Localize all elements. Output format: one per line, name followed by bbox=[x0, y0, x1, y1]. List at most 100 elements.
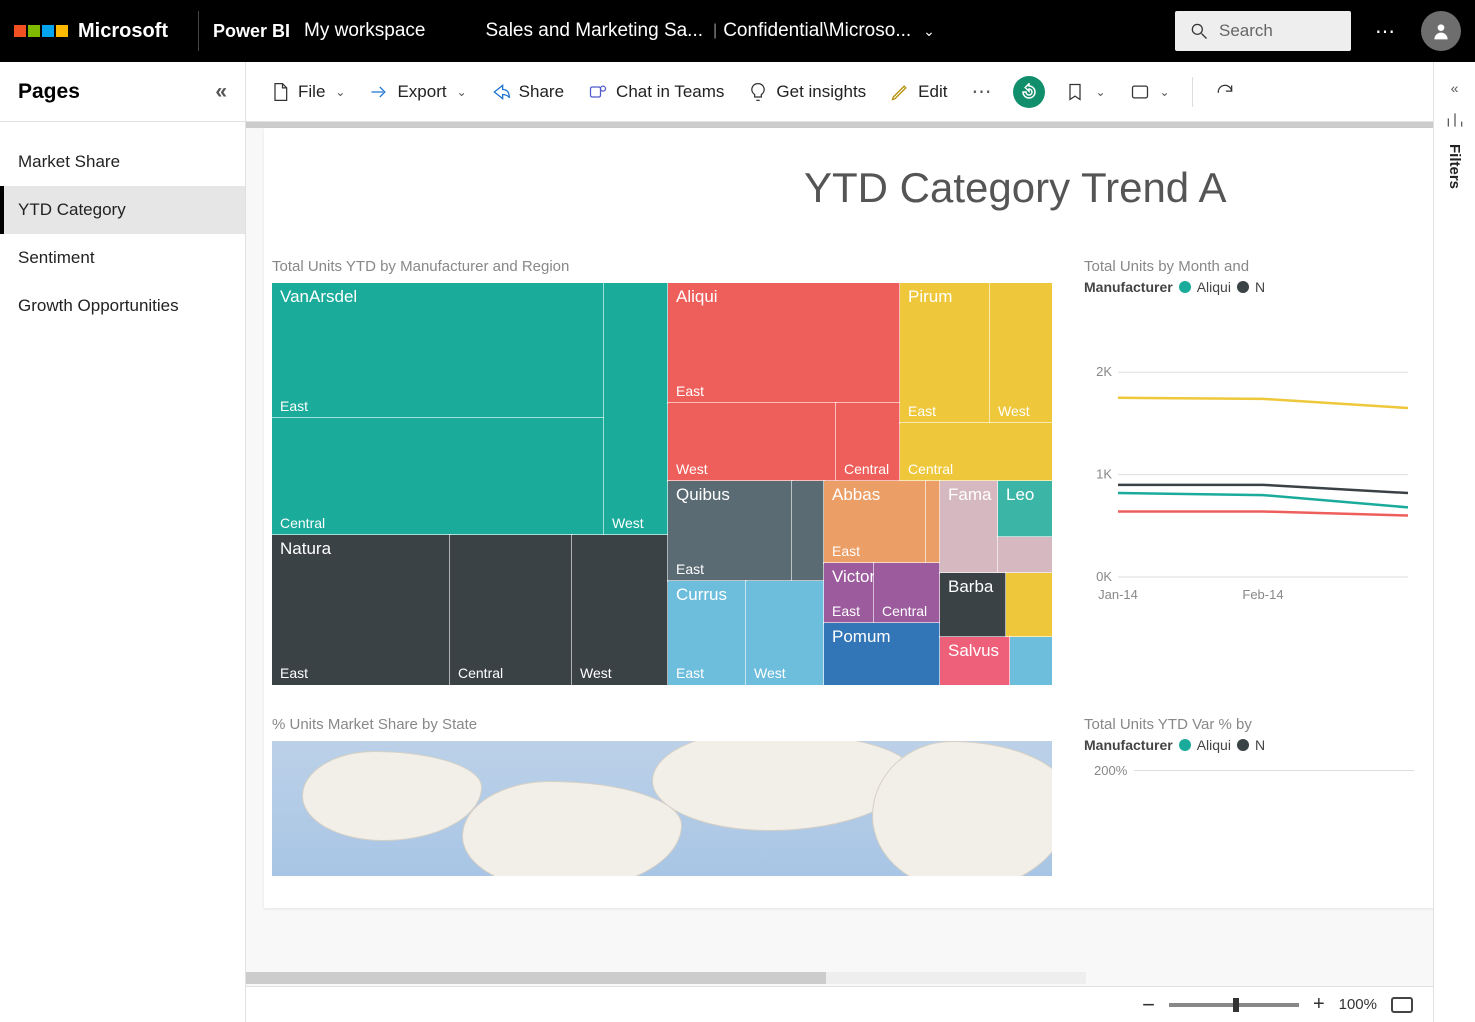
status-bar: − + 100% bbox=[246, 986, 1433, 1022]
treemap-cell[interactable] bbox=[1010, 637, 1052, 685]
zoom-out-button[interactable]: − bbox=[1142, 992, 1155, 1018]
microsoft-logo-icon bbox=[14, 25, 68, 37]
report-name[interactable]: Sales and Marketing Sa... bbox=[485, 20, 703, 42]
user-avatar[interactable] bbox=[1421, 11, 1461, 51]
person-icon bbox=[1431, 21, 1451, 41]
treemap-cell[interactable]: West bbox=[746, 581, 824, 685]
zoom-slider[interactable] bbox=[1169, 1003, 1299, 1007]
zoom-in-button[interactable]: + bbox=[1313, 993, 1325, 1016]
expand-filters-icon[interactable]: « bbox=[1451, 80, 1459, 96]
brand-label: Microsoft bbox=[78, 20, 168, 43]
treemap-cell[interactable]: NaturaEast bbox=[272, 535, 450, 685]
report-canvas-wrap: YTD Category Trend A Total Units YTD by … bbox=[246, 122, 1433, 986]
treemap-cell[interactable] bbox=[998, 537, 1052, 573]
treemap-cell[interactable] bbox=[1006, 573, 1052, 637]
search-icon bbox=[1189, 21, 1209, 41]
treemap-cell[interactable] bbox=[926, 481, 940, 563]
share-icon bbox=[491, 82, 511, 102]
linechart-legend: Manufacturer Aliqui N bbox=[1084, 279, 1433, 295]
barchart-title: Total Units YTD Var % by bbox=[1084, 716, 1433, 733]
bookmark-icon bbox=[1065, 82, 1085, 102]
treemap-cell[interactable]: Salvus bbox=[940, 637, 1010, 685]
treemap-cell[interactable]: West bbox=[572, 535, 668, 685]
svg-text:1K: 1K bbox=[1096, 467, 1112, 482]
treemap-cell[interactable]: AbbasEast bbox=[824, 481, 926, 563]
sensitivity-label[interactable]: Confidential\Microso... bbox=[723, 20, 911, 42]
horizontal-scrollbar[interactable] bbox=[246, 972, 1086, 984]
page-item-growth-opportunities[interactable]: Growth Opportunities bbox=[0, 282, 245, 330]
report-canvas[interactable]: YTD Category Trend A Total Units YTD by … bbox=[264, 128, 1433, 908]
search-placeholder: Search bbox=[1219, 21, 1273, 41]
reset-button[interactable] bbox=[1013, 76, 1045, 108]
export-icon bbox=[369, 82, 389, 102]
svg-text:Jan-14: Jan-14 bbox=[1098, 587, 1138, 602]
page-item-ytd-category[interactable]: YTD Category bbox=[0, 186, 245, 234]
treemap-cell[interactable]: VictoriaEast bbox=[824, 563, 874, 623]
treemap-cell[interactable]: Central bbox=[272, 418, 604, 535]
svg-text:Feb-14: Feb-14 bbox=[1242, 587, 1283, 602]
chevron-down-icon[interactable]: ⌄ bbox=[923, 23, 935, 40]
teams-icon bbox=[588, 82, 608, 102]
search-input[interactable]: Search bbox=[1175, 11, 1351, 51]
treemap-cell[interactable]: VanArsdelEast bbox=[272, 283, 604, 418]
treemap-cell[interactable]: West bbox=[604, 283, 668, 535]
chevron-down-icon: ⌄ bbox=[335, 85, 345, 99]
treemap-cell[interactable]: CurrusEast bbox=[668, 581, 746, 685]
chevron-down-icon: ⌄ bbox=[457, 85, 467, 99]
zoom-label: 100% bbox=[1339, 996, 1377, 1013]
page-item-market-share[interactable]: Market Share bbox=[0, 138, 245, 186]
treemap-cell[interactable]: Barba bbox=[940, 573, 1006, 637]
treemap-cell[interactable]: Leo bbox=[998, 481, 1052, 537]
filters-label[interactable]: Filters bbox=[1446, 144, 1463, 189]
chevron-down-icon: ⌄ bbox=[1095, 85, 1105, 99]
fit-to-page-icon[interactable] bbox=[1391, 997, 1413, 1013]
treemap-cell[interactable]: Central bbox=[450, 535, 572, 685]
treemap-cell[interactable]: Central bbox=[900, 423, 1052, 481]
refresh-button[interactable] bbox=[1205, 76, 1245, 108]
file-menu[interactable]: File ⌄ bbox=[260, 76, 355, 108]
treemap-cell[interactable] bbox=[792, 481, 824, 581]
treemap-cell[interactable]: West bbox=[668, 403, 836, 481]
export-menu[interactable]: Export ⌄ bbox=[359, 76, 476, 108]
filters-icon[interactable] bbox=[1445, 110, 1465, 130]
lightbulb-icon bbox=[748, 82, 768, 102]
workspace-breadcrumb[interactable]: My workspace bbox=[304, 20, 425, 42]
pages-header-label: Pages bbox=[18, 80, 80, 104]
more-options-icon[interactable]: ⋯ bbox=[1375, 19, 1397, 44]
reset-icon bbox=[1020, 83, 1038, 101]
linechart-title: Total Units by Month and bbox=[1084, 258, 1433, 275]
report-toolbar: File ⌄ Export ⌄ Share Chat in Teams Get … bbox=[246, 62, 1433, 122]
edit-button[interactable]: Edit bbox=[880, 76, 957, 108]
treemap-cell[interactable]: Central bbox=[874, 563, 940, 623]
treemap-title: Total Units YTD by Manufacturer and Regi… bbox=[272, 258, 1052, 275]
treemap-cell[interactable]: PirumEast bbox=[900, 283, 990, 423]
collapse-pages-icon[interactable]: « bbox=[215, 80, 227, 104]
share-button[interactable]: Share bbox=[481, 76, 574, 108]
pages-panel: Pages « Market Share YTD Category Sentim… bbox=[0, 62, 246, 1022]
chevron-down-icon: ⌄ bbox=[1160, 85, 1170, 99]
more-toolbar-icon[interactable]: ⋯ bbox=[961, 73, 1003, 110]
svg-text:2K: 2K bbox=[1096, 364, 1112, 379]
treemap-cell[interactable]: Pomum bbox=[824, 623, 940, 685]
view-icon bbox=[1130, 82, 1150, 102]
treemap-cell[interactable]: QuibusEast bbox=[668, 481, 792, 581]
page-item-sentiment[interactable]: Sentiment bbox=[0, 234, 245, 282]
view-menu[interactable]: ⌄ bbox=[1120, 76, 1180, 108]
bookmark-menu[interactable]: ⌄ bbox=[1055, 76, 1115, 108]
svg-text:0K: 0K bbox=[1096, 569, 1112, 584]
treemap-cell[interactable]: Central bbox=[836, 403, 900, 481]
get-insights-button[interactable]: Get insights bbox=[738, 76, 876, 108]
map-title: % Units Market Share by State bbox=[272, 716, 1052, 733]
chat-teams-button[interactable]: Chat in Teams bbox=[578, 76, 734, 108]
filters-rail: « Filters bbox=[1433, 62, 1475, 1022]
map-visual[interactable] bbox=[272, 741, 1052, 876]
product-label[interactable]: Power BI bbox=[213, 21, 290, 42]
barchart-legend: Manufacturer Aliqui N bbox=[1084, 737, 1433, 753]
treemap-cell[interactable]: West bbox=[990, 283, 1052, 423]
treemap-cell[interactable]: Fama bbox=[940, 481, 998, 573]
linechart-visual[interactable]: 0K 1K 2K Jan-14 Feb-14 bbox=[1084, 315, 1414, 605]
treemap-visual[interactable]: VanArsdelEastCentralWestNaturaEastCentra… bbox=[272, 283, 1052, 685]
pencil-icon bbox=[890, 82, 910, 102]
global-header: Microsoft Power BI My workspace Sales an… bbox=[0, 0, 1475, 62]
treemap-cell[interactable]: AliquiEast bbox=[668, 283, 900, 403]
